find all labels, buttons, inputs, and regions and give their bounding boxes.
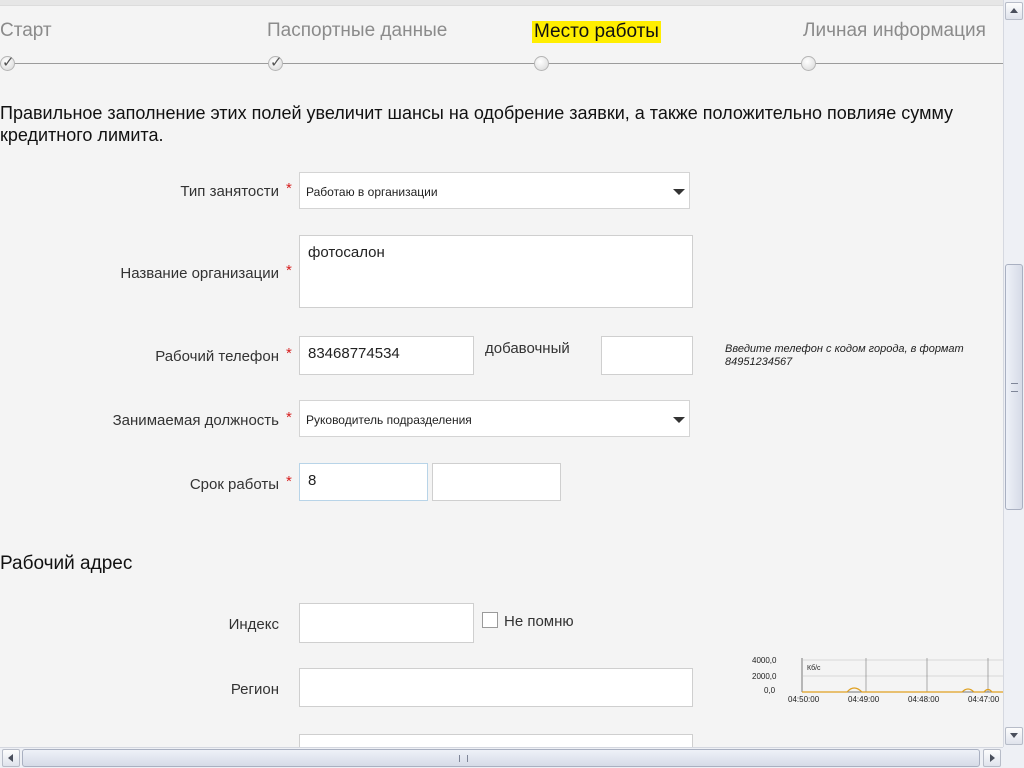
work-address-title: Рабочий адрес — [0, 553, 133, 574]
x-tick-label: 04:47:00 — [968, 695, 1000, 704]
intro-text: Правильное заполнение этих полей увеличи… — [0, 103, 954, 145]
index-input[interactable] — [299, 603, 474, 643]
index-label: Индекс — [228, 616, 279, 633]
required-mark: * — [286, 180, 292, 197]
scroll-right-button[interactable] — [983, 749, 1001, 767]
dont-remember-checkbox[interactable] — [482, 612, 498, 628]
work-phone-input[interactable]: 83468774534 — [299, 336, 474, 375]
org-name-value: фотосалон — [308, 244, 385, 261]
work-term-years-input[interactable]: 8 — [299, 463, 428, 501]
work-term-label: Срок работы — [189, 476, 279, 493]
step-workplace-label: Место работы — [532, 21, 661, 43]
work-term-value: 8 — [308, 472, 317, 489]
employment-type-select[interactable]: Работаю в организации — [299, 172, 690, 209]
mini-chart-series — [802, 687, 1003, 693]
dont-remember-label: Не помню — [504, 613, 574, 630]
mini-chart-svg: 4000,0 2000,0 0,0 Кб/с 04:50:00 04:49:00… — [752, 656, 1003, 704]
horizontal-scroll-thumb[interactable] — [22, 749, 980, 767]
phone-hint: Введите телефон с кодом города, в формат… — [725, 343, 964, 368]
step-passport-dot: ✓ — [268, 54, 283, 71]
required-mark: * — [286, 345, 292, 362]
employment-type-label: Тип занятости — [180, 183, 279, 200]
required-mark: * — [286, 262, 292, 279]
work-term-months-input[interactable] — [432, 463, 561, 501]
scroll-up-button[interactable] — [1005, 2, 1023, 20]
scroll-down-button[interactable] — [1005, 727, 1023, 745]
series-line — [802, 687, 1003, 693]
x-tick-label: 04:50:00 — [788, 695, 820, 704]
chevron-down-icon[interactable] — [669, 401, 689, 436]
x-tick-label: 04:49:00 — [848, 695, 880, 704]
step-passport-label: Паспортные данные — [267, 20, 448, 41]
required-mark: * — [286, 409, 292, 426]
y-tick-label: 0,0 — [764, 686, 776, 695]
extension-label: добавочный — [485, 340, 570, 357]
position-select[interactable]: Руководитель подразделения — [299, 400, 690, 437]
org-name-textarea[interactable]: фотосалон — [299, 235, 693, 308]
required-mark: * — [286, 473, 292, 490]
grip-icon — [459, 755, 468, 762]
org-name-label: Название организации — [120, 265, 279, 282]
steps-line — [0, 63, 1003, 64]
page: Старт Паспортные данные Место работы Лич… — [0, 0, 1003, 747]
horizontal-scrollbar[interactable] — [0, 747, 1003, 768]
region-input[interactable] — [299, 668, 693, 707]
unit-label: Кб/с — [807, 664, 821, 672]
grip-icon — [1011, 383, 1018, 392]
work-phone-value: 83468774534 — [308, 345, 400, 362]
step-personal-dot — [801, 56, 816, 71]
work-phone-label: Рабочий телефон — [155, 348, 279, 365]
scrollbar-corner — [1003, 747, 1024, 768]
position-label: Занимаемая должность — [112, 412, 279, 429]
position-value: Руководитель подразделения — [306, 413, 472, 427]
checkmark-icon: ✓ — [2, 54, 15, 71]
region-label: Регион — [230, 681, 279, 698]
scroll-left-button[interactable] — [2, 749, 20, 767]
step-start-dot: ✓ — [0, 54, 15, 71]
chevron-down-icon[interactable] — [669, 173, 689, 208]
next-address-input[interactable] — [299, 734, 693, 747]
mini-chart-grid — [801, 658, 1003, 693]
vertical-scroll-thumb[interactable] — [1005, 264, 1023, 510]
x-tick-label: 04:48:00 — [908, 695, 940, 704]
checkmark-icon: ✓ — [270, 54, 283, 71]
step-start-label: Старт — [0, 20, 52, 41]
step-personal-label: Личная информация — [803, 20, 986, 41]
network-mini-chart: 4000,0 2000,0 0,0 Кб/с 04:50:00 04:49:00… — [752, 654, 1003, 710]
employment-type-value: Работаю в организации — [306, 185, 438, 199]
vertical-scrollbar[interactable] — [1003, 0, 1024, 747]
y-tick-label: 4000,0 — [752, 656, 777, 665]
extension-input[interactable] — [601, 336, 693, 375]
top-border — [0, 0, 1003, 6]
y-tick-label: 2000,0 — [752, 672, 777, 681]
step-workplace-dot — [534, 56, 549, 71]
